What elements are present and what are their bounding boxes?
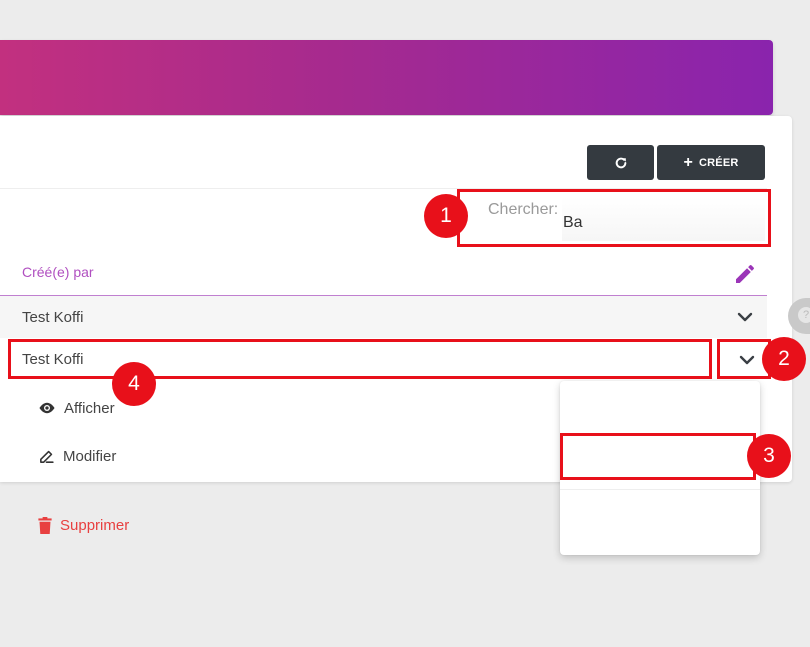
pencil-icon xyxy=(40,450,54,463)
create-button[interactable]: + CRÉER xyxy=(657,145,765,180)
eye-icon xyxy=(39,402,55,414)
annotation-badge-2: 2 xyxy=(762,337,806,381)
trash-icon xyxy=(38,516,52,534)
menu-divider xyxy=(560,489,760,490)
menu-item-supprimer[interactable]: Supprimer xyxy=(0,505,200,545)
create-button-label: CRÉER xyxy=(699,156,739,169)
refresh-button[interactable] xyxy=(587,145,654,180)
annotation-badge-1: 1 xyxy=(424,194,468,238)
help-icon: ? xyxy=(798,307,810,323)
pencil-icon[interactable] xyxy=(733,262,757,286)
page-header-banner xyxy=(0,40,773,115)
row-created-by: Test Koffi xyxy=(22,309,84,326)
highlight-box-search xyxy=(457,189,771,247)
annotation-badge-4: 4 xyxy=(112,362,156,406)
table-row[interactable] xyxy=(0,296,767,338)
menu-item-modifier[interactable]: Modifier xyxy=(0,436,200,476)
menu-item-label: Modifier xyxy=(63,447,117,465)
annotation-badge-3: 3 xyxy=(747,434,791,478)
plus-icon: + xyxy=(683,153,694,171)
menu-item-label: Supprimer xyxy=(60,516,130,534)
refresh-icon xyxy=(615,157,626,168)
chevron-down-icon[interactable] xyxy=(736,311,754,323)
menu-item-afficher[interactable]: Afficher xyxy=(0,388,200,428)
menu-item-label: Afficher xyxy=(64,399,115,417)
column-header-created-by[interactable]: Créé(e) par xyxy=(22,264,94,280)
highlight-box-modifier xyxy=(560,433,756,480)
